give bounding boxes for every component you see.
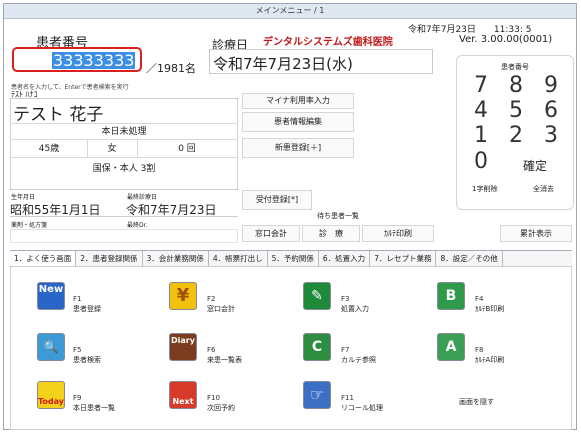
key-7[interactable]: 7 [468,73,494,98]
key-3[interactable]: 3 [538,123,564,148]
karte-b-icon: B [437,282,465,310]
tab-receipt[interactable]: 7．レセプト業務 [370,251,437,266]
new-icon: New [37,282,65,310]
version-label: Ver. 3.00.00(0001) [459,34,553,45]
yen-icon: ¥ [169,282,197,310]
search-icon: 🔍 [37,333,65,361]
waiting-list-title: 待ち患者一覧 [317,212,359,220]
next-icon: Next [169,381,197,409]
patient-edit-button[interactable]: 患者情報編集 [242,112,354,132]
patient-age: 45歳 [11,139,88,158]
launcher-panel: New F1 患者登録 ¥ F2 窓口会計 ✎ F3 処置入力 B F4 ｶﾙﾃ… [10,266,572,430]
keypad-panel: 患者番号 7 8 9 4 5 6 1 2 3 0 確定 1字削除 全消去 [456,55,574,210]
birth-label: 生年月日 [11,194,36,201]
key-delete-one[interactable]: 1字削除 [472,184,497,194]
window-pay-button[interactable]: 窓口会計 [242,225,300,242]
tab-frequent[interactable]: 1．よく使う画面 [10,251,77,266]
patient-sex: 女 [87,139,138,158]
recall-icon: ☞ [303,381,331,409]
patient-info-panel: テスト 花子 本日未処理 45歳 女 0 回 国保・本人 3割 [10,98,238,190]
patient-visits: 0 回 [137,139,237,158]
patient-insurance: 国保・本人 3割 [11,157,237,180]
cumulative-button[interactable]: 累計表示 [500,225,572,242]
tab-appointments[interactable]: 5．予約関係 [268,251,319,266]
hide-screen-button[interactable]: 画面を隠す [459,397,494,407]
key-0[interactable]: 0 [468,149,494,174]
keypad-label: 患者番号 [501,63,529,71]
last-visit-label: 最終診療日 [127,194,158,201]
consult-date-field[interactable]: 令和7年7月23日(水) [209,49,433,74]
tab-accounting[interactable]: 3．会計業務関係 [143,251,209,266]
disease-label: 薬剤・処方箋 [11,222,48,229]
patient-status: 本日未処理 [11,123,237,140]
key-5[interactable]: 5 [503,98,529,123]
new-patient-button[interactable]: 新患登録[＋] [242,138,354,158]
key-delete-all[interactable]: 全消去 [533,184,554,194]
patient-total-count: ／1981名 [146,62,196,75]
doctor-label: 最終Dr. [127,222,148,229]
main-window: メインメニュー / 1 令和7年7月23日 11:33: 5 Ver. 3.00… [3,3,577,430]
diary-icon: Diary [169,333,197,361]
key-1[interactable]: 1 [468,123,494,148]
consult-date-value: 令和7年7月23日(水) [213,55,353,73]
mynumber-button[interactable]: マイナ利用率入力 [242,93,354,109]
key-4[interactable]: 4 [468,98,494,123]
tab-bar: 1．よく使う画面 2．患者登録関係 3．会計業務関係 4．帳票打出し 5．予約関… [10,250,572,267]
karte-view-icon: C [303,333,331,361]
patient-name: テスト 花子 [13,105,104,125]
key-6[interactable]: 6 [538,98,564,123]
tab-settings[interactable]: 8．設定／その他 [436,251,503,266]
tab-print-forms[interactable]: 4．帳票打出し [209,251,268,266]
patient-number-value: 33333333 [52,51,136,70]
karte-a-icon: A [437,333,465,361]
treatment-icon: ✎ [303,282,331,310]
key-confirm[interactable]: 確定 [523,157,547,174]
tab-patient-registration[interactable]: 2．患者登録関係 [76,251,143,266]
tab-treatment-input[interactable]: 6．処置入力 [319,251,371,266]
consult-button[interactable]: 診 療 [302,225,360,242]
key-8[interactable]: 8 [503,73,529,98]
karte-print-button[interactable]: ｶﾙﾃ印刷 [362,225,434,242]
reception-button[interactable]: 受付登録[*] [242,190,312,210]
today-icon: Today [37,381,65,409]
clinic-name: デンタルシステムズ歯科医院 [263,37,393,48]
patient-number-field[interactable]: 33333333 [12,47,142,72]
key-9[interactable]: 9 [538,73,564,98]
key-2[interactable]: 2 [503,123,529,148]
window-title: メインメニュー / 1 [4,4,576,19]
